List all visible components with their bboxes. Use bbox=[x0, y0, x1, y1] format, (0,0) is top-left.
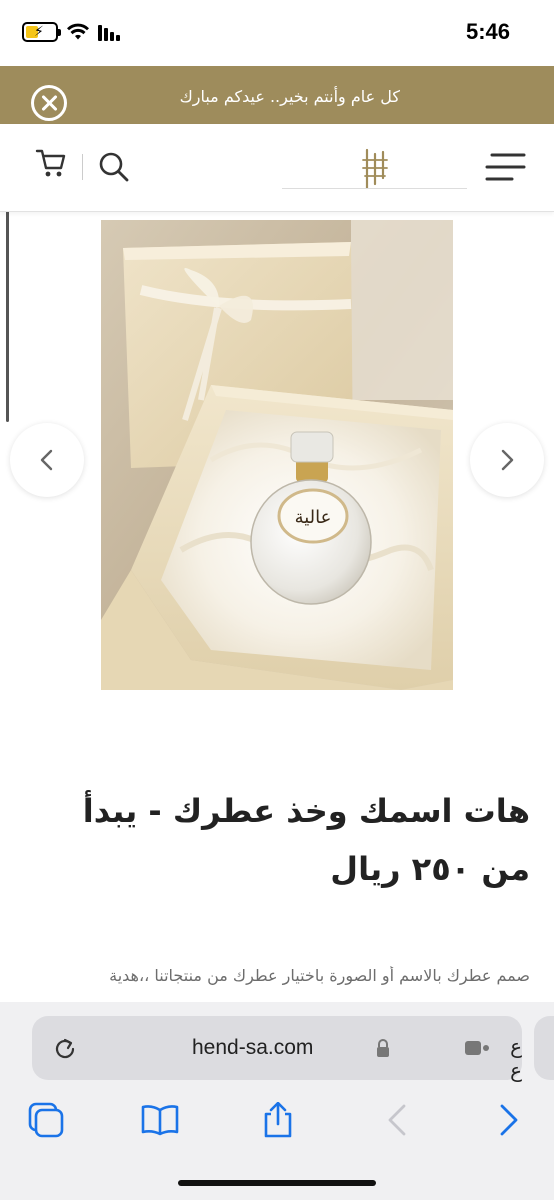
status-icons: ⚡ bbox=[22, 22, 126, 42]
bookmarks-icon[interactable] bbox=[140, 1102, 180, 1138]
hamburger-menu-icon[interactable] bbox=[484, 151, 526, 183]
reader-mode-icon[interactable] bbox=[464, 1038, 490, 1058]
back-icon bbox=[388, 1104, 406, 1136]
status-time: 5:46 bbox=[465, 19, 510, 44]
carousel-prev-button[interactable] bbox=[10, 423, 84, 497]
chevron-right-icon bbox=[501, 449, 514, 471]
close-circle-icon[interactable] bbox=[31, 85, 67, 121]
status-bar: ⚡ 5:46 bbox=[0, 0, 554, 66]
wifi-icon bbox=[67, 23, 89, 40]
cart-icon[interactable] bbox=[34, 146, 68, 180]
next-tab-preview[interactable] bbox=[534, 1016, 554, 1080]
browser-toolbar: hend-sa.com ع ع bbox=[0, 1002, 554, 1200]
address-bar[interactable]: hend-sa.com ع ع bbox=[32, 1016, 522, 1082]
product-image[interactable]: عالية bbox=[101, 220, 453, 690]
product-title: هات اسمك وخذ عطرك - يبدأ من ٢٥٠ ريال bbox=[82, 792, 530, 888]
battery-charging-icon: ⚡ bbox=[22, 22, 61, 42]
lock-icon bbox=[377, 1039, 389, 1057]
header-divider bbox=[82, 154, 83, 180]
signal-icon bbox=[98, 25, 120, 41]
reload-icon[interactable] bbox=[52, 1036, 78, 1062]
search-icon[interactable] bbox=[97, 150, 131, 184]
promo-banner: كل عام وأنتم بخير.. عيدكم مبارك bbox=[0, 66, 554, 124]
home-indicator[interactable] bbox=[178, 1180, 376, 1186]
bottle-label: عالية bbox=[295, 507, 332, 528]
share-icon[interactable] bbox=[258, 1102, 298, 1138]
logo-underline bbox=[282, 188, 467, 189]
promo-text: كل عام وأنتم بخير.. عيدكم مبارك bbox=[179, 87, 400, 106]
page-settings-label[interactable]: ع ع bbox=[494, 1034, 522, 1082]
product-description: صمم عطرك بالاسم أو الصورة باختيار عطرك م… bbox=[109, 966, 530, 985]
brand-logo-icon[interactable] bbox=[355, 148, 395, 192]
url-text[interactable]: hend-sa.com bbox=[192, 1036, 313, 1060]
tabs-icon[interactable] bbox=[26, 1102, 66, 1138]
site-header bbox=[0, 124, 554, 212]
chevron-left-icon bbox=[40, 449, 53, 471]
carousel-next-button[interactable] bbox=[470, 423, 544, 497]
forward-icon[interactable] bbox=[490, 1102, 530, 1138]
